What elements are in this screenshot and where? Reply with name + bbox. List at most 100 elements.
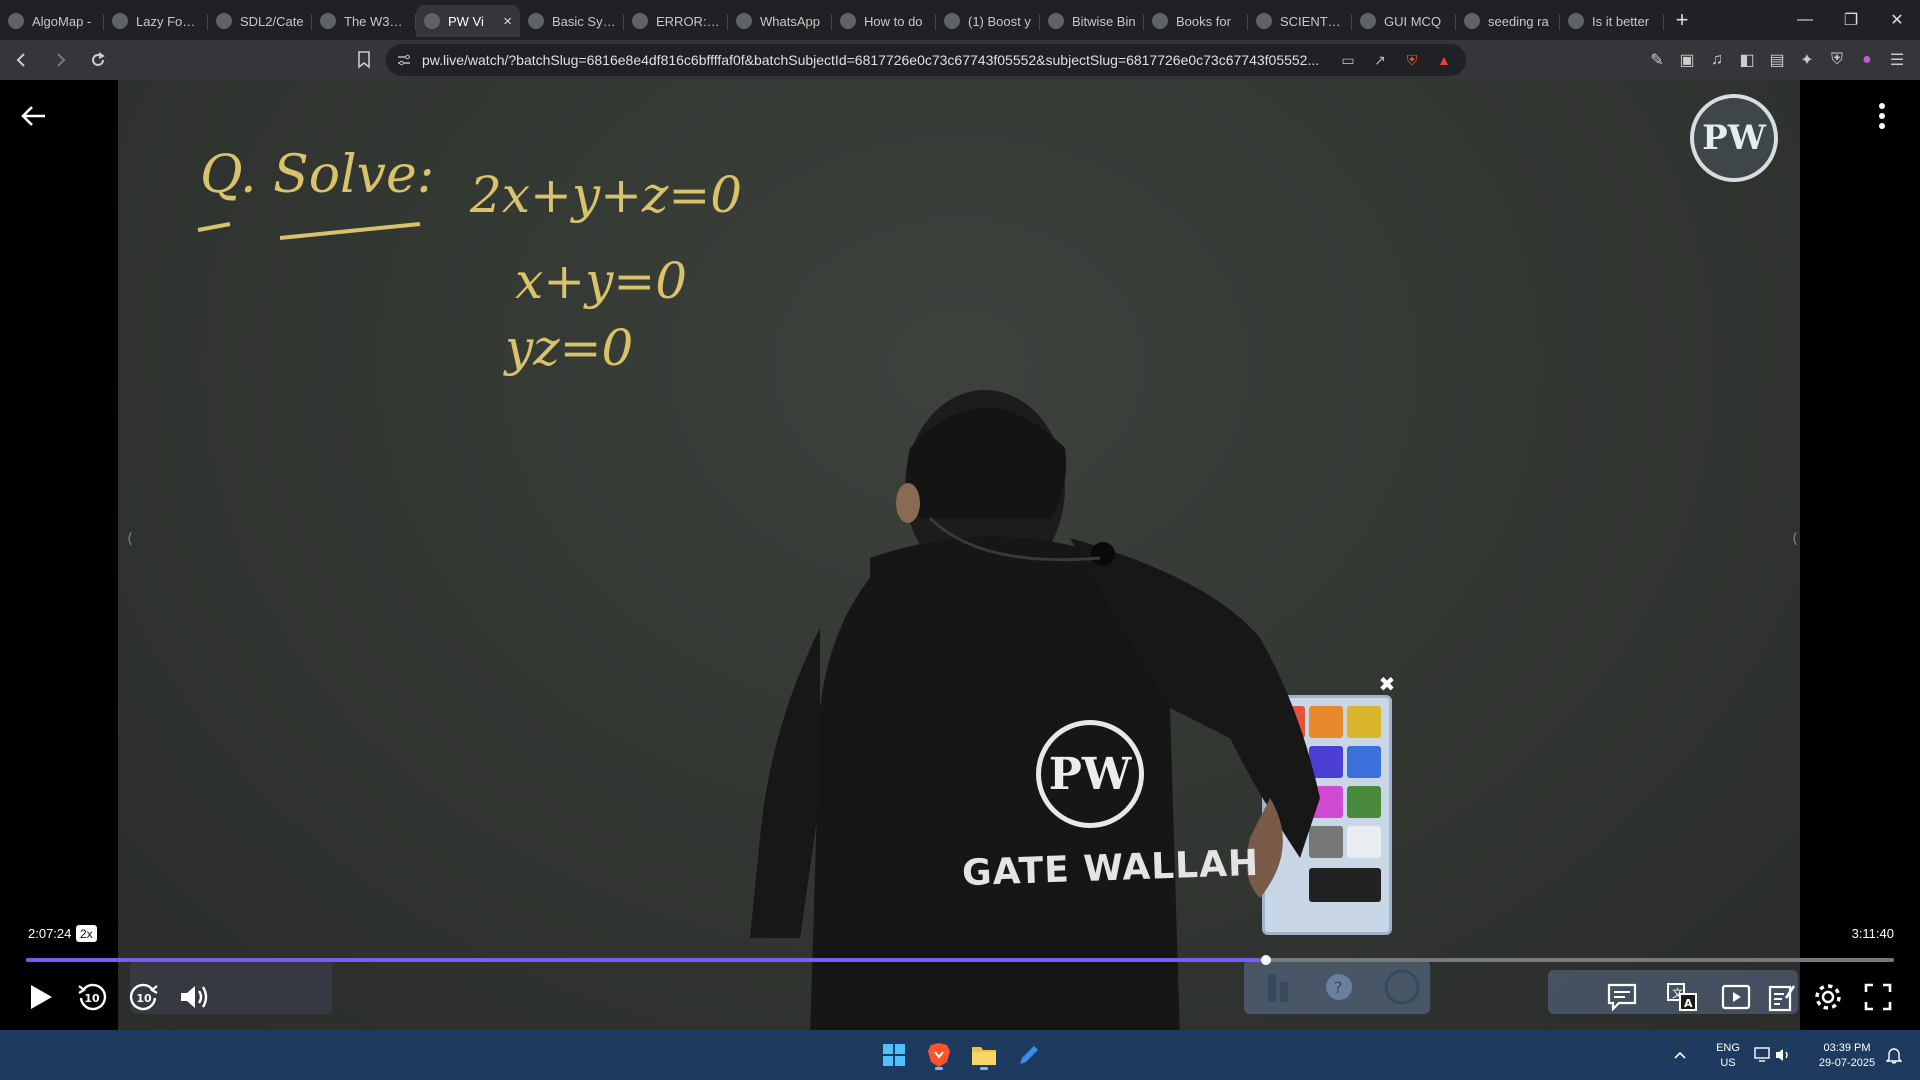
player-more-options-button[interactable] <box>1864 98 1900 134</box>
pen-app-button[interactable] <box>1011 1037 1047 1073</box>
play-button[interactable] <box>24 975 58 1019</box>
error-favicon-icon <box>632 13 648 29</box>
board-line-4: yz=0 <box>503 319 633 377</box>
current-time: 2:07:24 <box>28 926 72 941</box>
profile-icon[interactable]: ● <box>1852 45 1882 75</box>
browser-tab[interactable]: ERROR: Th <box>624 5 728 37</box>
tab-title: SCIENTIFIC <box>1280 13 1344 29</box>
browser-tab[interactable]: AlgoMap - <box>0 5 104 37</box>
brave-rewards-icon[interactable]: ▲ <box>1432 48 1456 72</box>
chevron-left-icon <box>16 53 25 67</box>
volume-button[interactable] <box>176 975 212 1019</box>
translate-button[interactable]: 文A <box>1664 975 1700 1019</box>
tab-title: The W3C M <box>344 13 408 29</box>
browser-toolbar: pw.live/watch/?batchSlug=6816e8e4df816c6… <box>0 40 1920 80</box>
file-explorer-button[interactable] <box>966 1037 1002 1073</box>
vpn-shield-icon[interactable]: ⛨ <box>1822 45 1852 75</box>
brave-taskbar-button[interactable] <box>921 1037 957 1073</box>
start-button[interactable] <box>876 1037 912 1073</box>
windows-logo-icon <box>883 1044 905 1066</box>
svg-text:?: ? <box>1334 978 1343 997</box>
miniplayer-icon <box>1721 984 1751 1010</box>
forward-10-button[interactable]: 10 <box>126 975 162 1019</box>
lang-code: ENG <box>1716 1042 1740 1054</box>
screenshot-icon[interactable]: ▣ <box>1672 45 1702 75</box>
video-player[interactable]: PW Q. Solve: 2x+y+z=0 x+y=0 yz=0 ⟨ ⟨ ✖ P… <box>0 80 1920 1030</box>
gear-favicon-icon <box>1360 13 1376 29</box>
clock[interactable]: 03:39 PM 29-07-2025 <box>1812 1041 1882 1071</box>
browser-tab[interactable]: seeding ra <box>1456 5 1560 37</box>
miniplayer-button[interactable] <box>1718 975 1754 1019</box>
wallet-icon[interactable]: ▤ <box>1762 45 1792 75</box>
browser-tab[interactable]: Bitwise Bin <box>1040 5 1144 37</box>
back-nav-button[interactable] <box>6 44 38 76</box>
sidebar-icon[interactable]: ◧ <box>1732 45 1762 75</box>
browser-tab[interactable]: How to do <box>832 5 936 37</box>
browser-tab[interactable]: Lazy Foo' P <box>104 5 208 37</box>
close-window-button[interactable]: ✕ <box>1874 0 1920 40</box>
playback-speed-badge[interactable]: 2x <box>76 925 97 942</box>
browser-tab[interactable]: Is it better <box>1560 5 1664 37</box>
browser-tab[interactable]: Basic Synta <box>520 5 624 37</box>
network-volume-tray[interactable] <box>1752 1037 1796 1073</box>
menu-icon[interactable]: ☰ <box>1882 45 1912 75</box>
media-controls-icon[interactable]: ♫ <box>1702 45 1732 75</box>
browser-tab[interactable]: SCIENTIFIC <box>1248 5 1352 37</box>
bookmark-button[interactable] <box>350 44 378 76</box>
rewind-10-button[interactable]: 10 <box>74 975 110 1019</box>
tab-close-icon[interactable]: × <box>503 13 512 30</box>
share-icon[interactable]: ↗ <box>1368 48 1392 72</box>
notes-button[interactable] <box>1764 975 1800 1019</box>
notifications-button[interactable] <box>1880 1037 1908 1073</box>
brave-shield-icon[interactable]: ⛨ <box>1400 48 1424 72</box>
doc-favicon-icon <box>528 13 544 29</box>
minimize-button[interactable]: — <box>1782 0 1828 40</box>
tray-overflow-button[interactable] <box>1670 1037 1690 1073</box>
browser-tab[interactable]: WhatsApp <box>728 5 832 37</box>
restore-button[interactable]: ❐ <box>1828 0 1874 40</box>
reload-button[interactable] <box>82 44 114 76</box>
swatch-white <box>1347 826 1381 858</box>
bitwise-favicon-icon <box>1048 13 1064 29</box>
tab-title: seeding ra <box>1488 13 1549 29</box>
browser-tab[interactable]: SDL2/Cate <box>208 5 312 37</box>
total-duration: 3:11:40 <box>1851 926 1894 941</box>
player-back-button[interactable] <box>16 98 52 134</box>
notes-edit-icon <box>1768 985 1796 1012</box>
cast-icon[interactable]: ▭ <box>1336 48 1360 72</box>
scientific-favicon-icon <box>1256 13 1272 29</box>
fullscreen-button[interactable] <box>1860 975 1896 1019</box>
extensions-puzzle-icon[interactable]: ✎ <box>1642 45 1672 75</box>
lang-region: US <box>1720 1057 1736 1069</box>
window-controls: — ❐ ✕ <box>1782 0 1920 40</box>
whatsapp-favicon-icon <box>736 13 752 29</box>
leo-ai-icon[interactable]: ✦ <box>1792 45 1822 75</box>
network-volume-icon <box>1754 1047 1788 1062</box>
tab-title: GUI MCQ <box>1384 13 1442 29</box>
volume-icon <box>181 986 208 1008</box>
swatch-yellow <box>1347 706 1381 738</box>
browser-tab[interactable]: (1) Boost y <box>936 5 1040 37</box>
clock-time: 03:39 PM <box>1823 1042 1871 1054</box>
algomap-favicon-icon <box>8 13 24 29</box>
browser-tab[interactable]: GUI MCQ <box>1352 5 1456 37</box>
lazyfoo-favicon-icon <box>112 13 128 29</box>
browser-tab[interactable]: The W3C M <box>312 5 416 37</box>
swatch-blue <box>1347 746 1381 778</box>
browser-tab[interactable]: PW Vi × <box>416 5 520 37</box>
extensions-row: ✎ ▣ ♫ ◧ ▤ ✦ ⛨ ● ☰ <box>1642 44 1912 76</box>
site-settings-icon[interactable] <box>396 52 412 68</box>
browser-tab[interactable]: Books for <box>1144 5 1248 37</box>
captions-button[interactable] <box>1604 975 1640 1019</box>
youtube-favicon-icon <box>944 13 960 29</box>
chat-favicon-icon <box>840 13 856 29</box>
tab-list: AlgoMap - Lazy Foo' P SDL2/Cate The W3C M PW… <box>0 3 1664 37</box>
forward-nav-button[interactable] <box>44 44 76 76</box>
url-text[interactable]: pw.live/watch/?batchSlug=6816e8e4df816c6… <box>422 52 1328 68</box>
input-language-indicator[interactable]: ENG US <box>1712 1041 1744 1071</box>
tab-title: How to do <box>864 13 923 29</box>
seek-bar[interactable] <box>26 955 1894 965</box>
new-tab-button[interactable]: + <box>1664 4 1700 36</box>
settings-button[interactable] <box>1810 975 1846 1019</box>
address-bar[interactable]: pw.live/watch/?batchSlug=6816e8e4df816c6… <box>386 44 1466 76</box>
